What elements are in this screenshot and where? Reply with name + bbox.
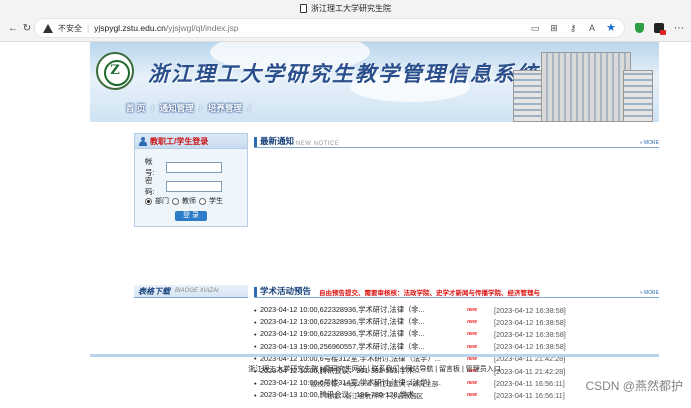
- notice-title: 最新通知: [260, 136, 295, 146]
- login-button[interactable]: 登 录: [175, 211, 207, 221]
- nav-separator: /: [199, 103, 202, 113]
- nav-separator: /: [247, 103, 251, 113]
- new-badge: new: [467, 343, 477, 350]
- lecture-row[interactable]: • 2023-04-12 19:00,622328936,学术研讨,法律（非...…: [254, 328, 659, 340]
- back-arrow-icon[interactable]: ←: [6, 23, 20, 34]
- lecture-title[interactable]: 2023-04-13 19:00,256960557,学术研讨,法律（非...: [260, 342, 450, 352]
- url-path: /yjsjwgl/qt/index.jsp: [165, 23, 239, 33]
- downloads-subtitle: BIAOGE XIAZAI: [175, 288, 219, 294]
- lecture-row[interactable]: • 2023-04-12 13:00,622328936,学术研讨,法律（非...…: [254, 316, 659, 328]
- new-badge: new: [467, 307, 477, 314]
- user-icon: [139, 136, 147, 146]
- building-main: [541, 52, 631, 122]
- radio-student[interactable]: [199, 197, 206, 205]
- extension-shield-icon[interactable]: [635, 23, 644, 33]
- nav-home[interactable]: 首 页: [126, 102, 145, 114]
- lectures-title: 学术活动预告: [260, 286, 312, 296]
- tab-strip: 浙江理工大学研究生院: [0, 0, 691, 16]
- footer-copyright: 版权所有：copy2009 浙江理工大学研究生部: [310, 381, 439, 388]
- page-icon: [300, 3, 307, 13]
- new-badge: new: [467, 319, 477, 326]
- radio-student-label: 学生: [209, 198, 223, 205]
- footer-address: 地址：浙江省杭州市下沙高教园区: [325, 393, 424, 400]
- nav-training[interactable]: 培养管理: [208, 102, 242, 114]
- new-badge: new: [467, 331, 477, 338]
- footer-divider: [90, 354, 659, 357]
- lecture-title[interactable]: 2023-04-12 19:00,622328936,学术研讨,法律（非...: [260, 329, 450, 339]
- university-logo: [96, 52, 134, 90]
- downloads-header: 表格下载 BIAOGE XIAZAI: [134, 285, 248, 298]
- password-input[interactable]: [166, 180, 222, 192]
- account-input[interactable]: [166, 161, 222, 173]
- lectures-more-link[interactable]: » MORE: [640, 290, 659, 296]
- url-text[interactable]: yjspygl.zstu.edu.cn/yjsjwgl/qt/index.jsp: [94, 23, 239, 33]
- lecture-date: [2023-04-12 16:38:58]: [494, 305, 566, 315]
- tab-title: 浙江理工大学研究生院: [311, 3, 391, 13]
- read-aloud-icon[interactable]: A: [587, 23, 597, 33]
- footer-links[interactable]: 浙江理工大学研究生院 | 原研究生网站 | 联系我们 | 网站导航 | 留言板 …: [90, 364, 659, 374]
- browser-chrome: 浙江理工大学研究生院 ← ↻ 不安全 | yjspygl.zstu.edu.cn…: [0, 0, 691, 42]
- main-nav: 首 页 / 通知管理 / 培养管理 /: [90, 100, 510, 116]
- lecture-date: [2023-04-12 16:38:58]: [494, 329, 566, 339]
- notice-subtitle: NEW NOTICE: [296, 141, 340, 147]
- grid-icon[interactable]: ⊞: [549, 23, 559, 33]
- favorite-star-icon[interactable]: ★: [606, 23, 616, 34]
- lecture-row[interactable]: • 2023-04-12 10:00,622328936,学术研讨,法律（非...…: [254, 304, 659, 316]
- lecture-date: [2023-04-12 16:38:58]: [494, 317, 566, 327]
- refresh-icon[interactable]: ↻: [20, 23, 34, 34]
- lecture-row[interactable]: • 2023-04-13 19:00,256960557,学术研讨,法律（非...…: [254, 341, 659, 353]
- nav-separator: /: [151, 103, 154, 113]
- lecture-date: [2023-04-12 16:38:58]: [494, 342, 566, 352]
- role-radios: 部门 教师 学生: [145, 196, 223, 206]
- lectures-section-header: 学术活动预告 自由预告提交、需要审核核：法政学院、史学才新闻与传播学院、经济管理…: [254, 285, 659, 298]
- address-tools: ▭ ⊞ ⚷ A ★: [530, 23, 616, 34]
- downloads-title[interactable]: 表格下载: [138, 286, 170, 297]
- address-separator: |: [87, 23, 90, 33]
- reader-icon[interactable]: ▭: [530, 23, 540, 33]
- address-row: ← ↻ 不安全 | yjspygl.zstu.edu.cn/yjsjwgl/qt…: [0, 16, 691, 40]
- warning-icon[interactable]: [43, 23, 53, 33]
- section-marker: [254, 137, 257, 147]
- address-bar[interactable]: 不安全 | yjspygl.zstu.edu.cn/yjsjwgl/qt/ind…: [34, 18, 625, 38]
- page: 浙江理工大学研究生教学管理信息系统 首 页 / 通知管理 / 培养管理 / 教职…: [90, 42, 659, 408]
- lectures-alert: 自由预告提交、需要审核核：法政学院、史学才新闻与传播学院、经济管理与: [319, 290, 541, 297]
- radio-teacher-label: 教师: [182, 198, 196, 205]
- notice-section-header: 最新通知 NEW NOTICE » MORE: [254, 136, 659, 148]
- password-label: 密 码:: [145, 176, 155, 196]
- not-secure-label[interactable]: 不安全: [58, 23, 82, 34]
- section-marker: [254, 287, 257, 297]
- login-title: 教职工/学生登录: [150, 136, 209, 146]
- building-wing: [623, 70, 653, 122]
- notice-more-link[interactable]: » MORE: [640, 140, 659, 146]
- csdn-watermark: CSDN @燕然都护: [585, 379, 683, 393]
- radio-teacher[interactable]: [172, 197, 179, 205]
- url-host: yjspygl.zstu.edu.cn: [94, 23, 166, 33]
- password-row: 密 码:: [145, 175, 222, 197]
- lecture-title[interactable]: 2023-04-12 13:00,622328936,学术研讨,法律（非...: [260, 317, 450, 327]
- login-panel: 教职工/学生登录 帐 号: 密 码: 部门 教师 学生 登 录: [134, 133, 248, 227]
- building-image: [513, 46, 653, 122]
- menu-icon[interactable]: ⋯: [674, 23, 685, 34]
- radio-department[interactable]: [145, 197, 152, 205]
- lecture-title[interactable]: 2023-04-12 10:00,622328936,学术研讨,法律（非...: [260, 305, 450, 315]
- nav-notices[interactable]: 通知管理: [160, 102, 194, 114]
- extension-icon[interactable]: [654, 23, 666, 35]
- active-tab[interactable]: 浙江理工大学研究生院: [300, 3, 391, 14]
- site-title: 浙江理工大学研究生教学管理信息系统: [148, 61, 539, 86]
- radio-department-label: 部门: [155, 198, 169, 205]
- login-header: 教职工/学生登录: [135, 134, 247, 149]
- key-icon[interactable]: ⚷: [568, 23, 578, 33]
- site-banner: 浙江理工大学研究生教学管理信息系统 首 页 / 通知管理 / 培养管理 /: [90, 42, 659, 122]
